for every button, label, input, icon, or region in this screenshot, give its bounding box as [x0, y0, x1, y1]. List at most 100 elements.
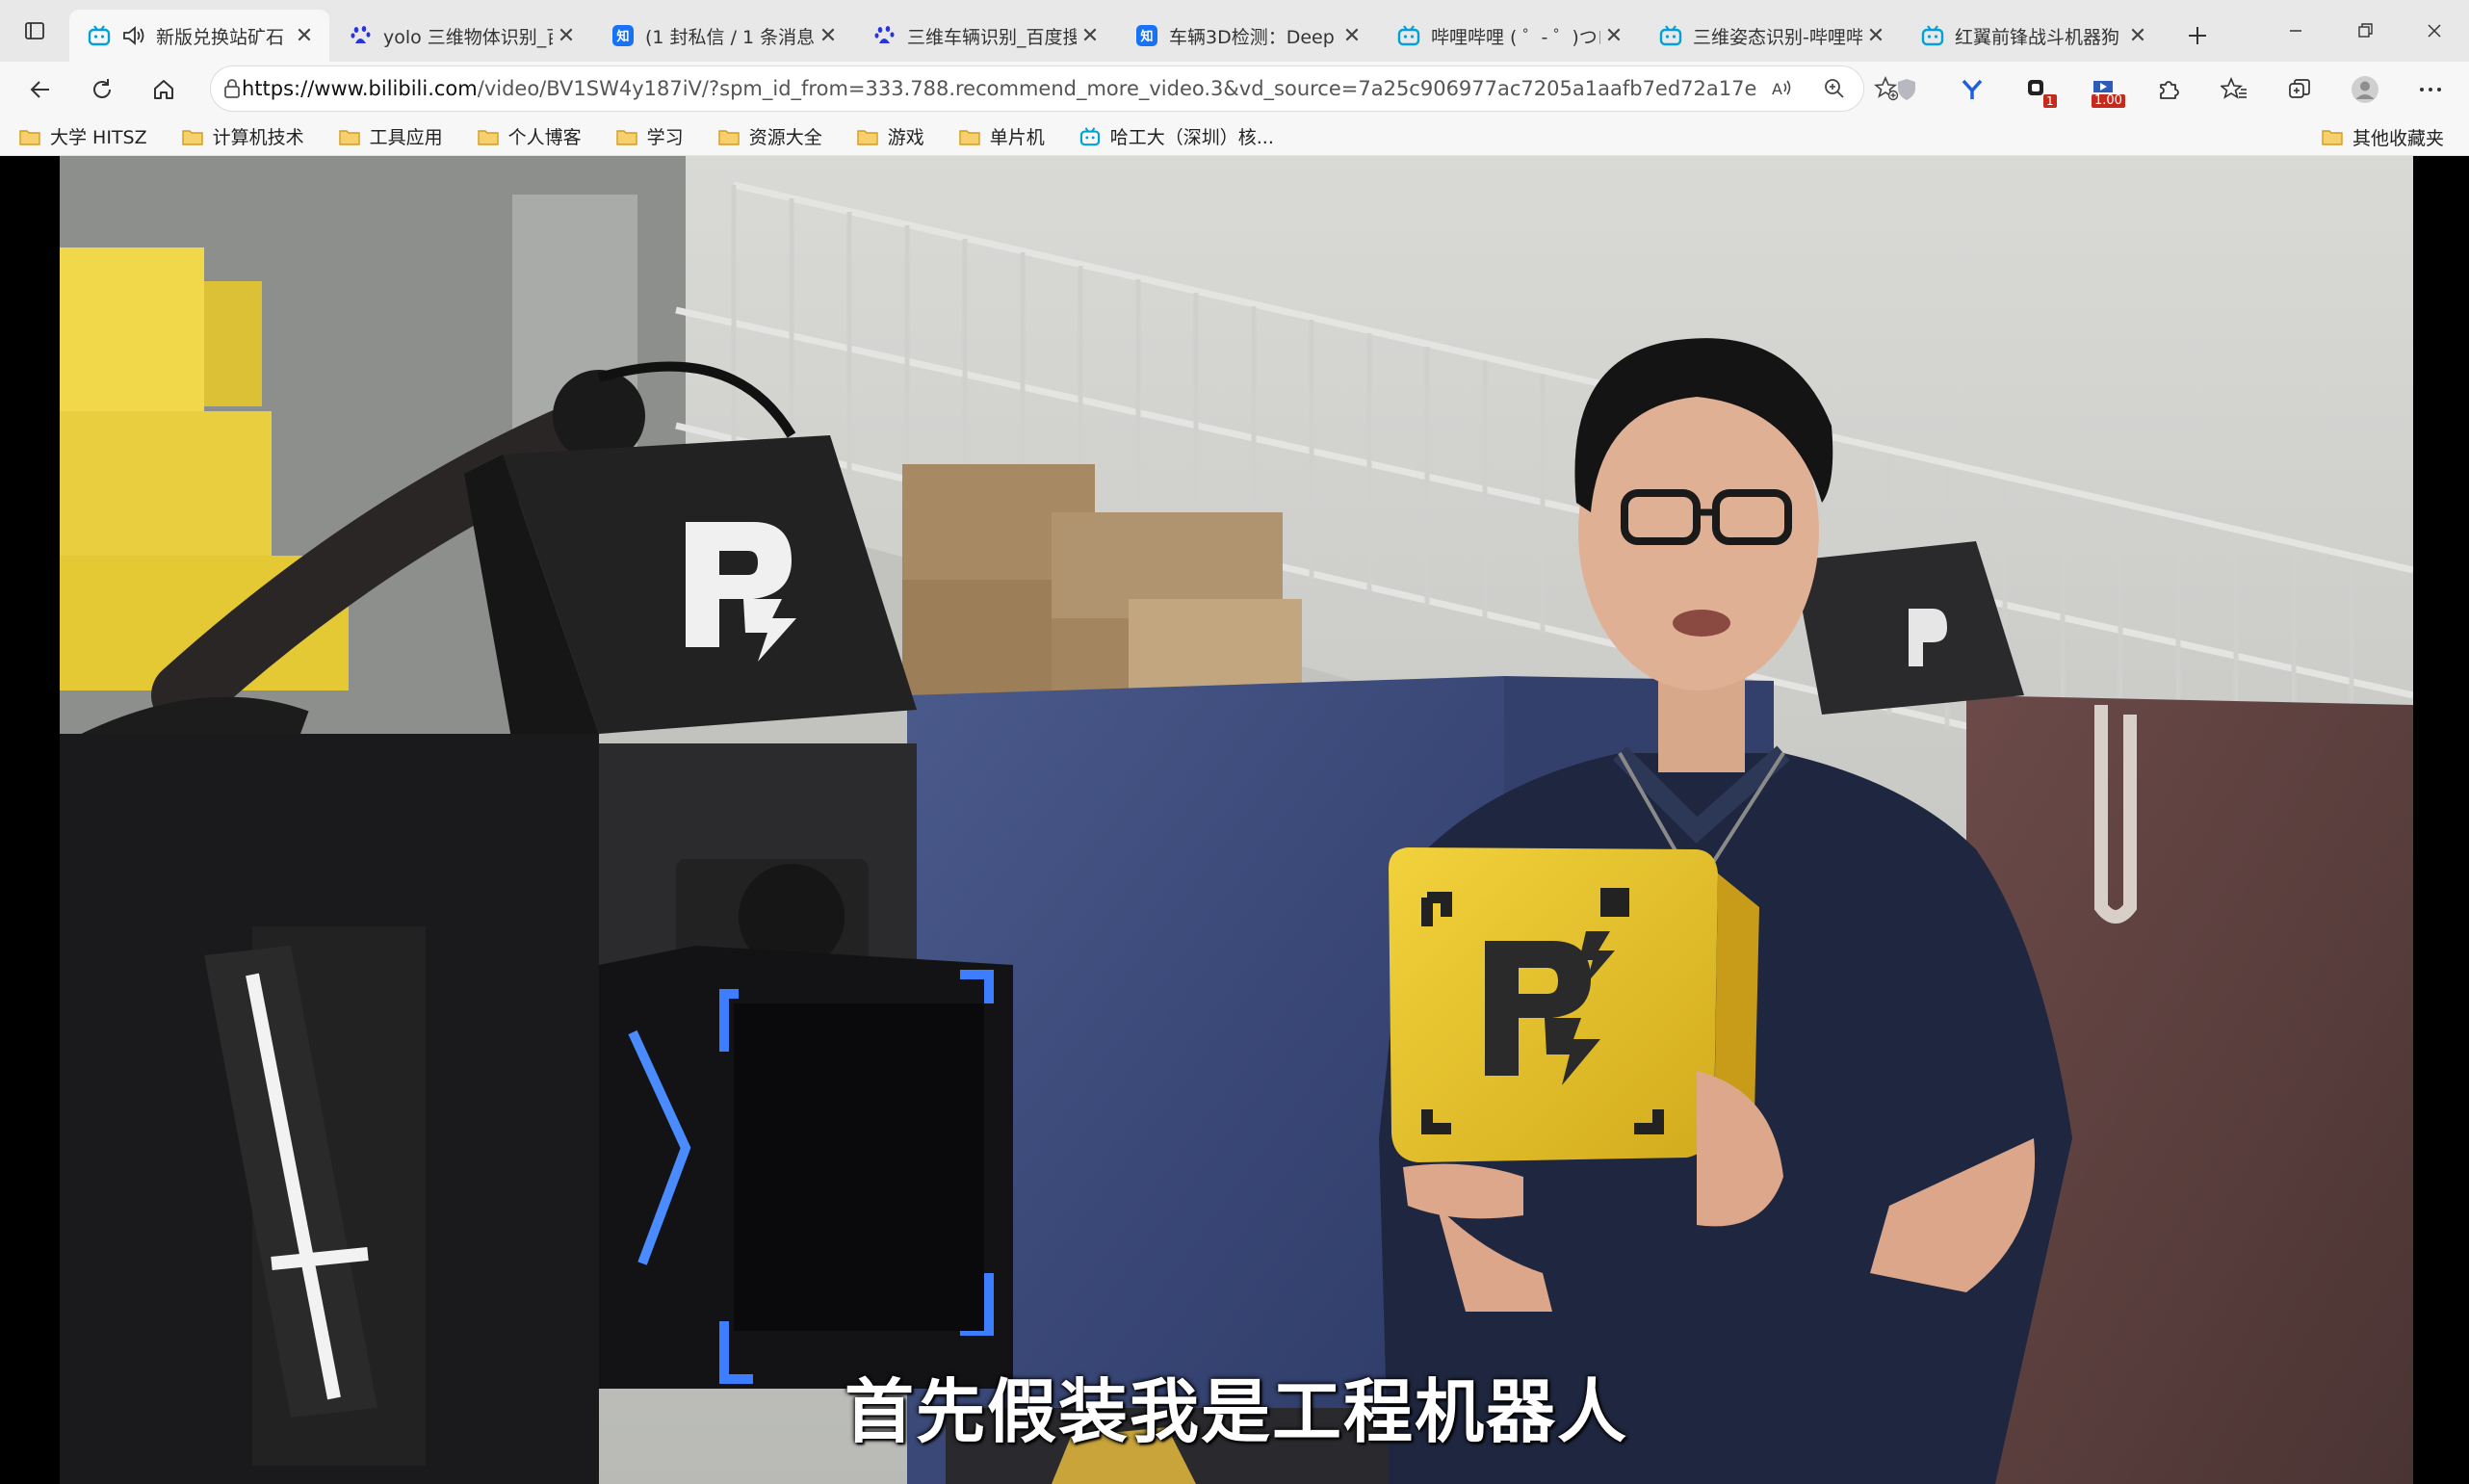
bilibili-icon	[1396, 23, 1421, 48]
close-icon[interactable]: ✕	[1077, 24, 1104, 48]
tab-yolo[interactable]: yolo 三维物体识别_百 ✕	[331, 10, 591, 62]
zoom-button[interactable]	[1808, 67, 1860, 110]
baidu-paw-icon	[872, 23, 897, 48]
tab-bilibili-home[interactable]: 哔哩哔哩 ( ゜- ゜)つロ ✕	[1379, 10, 1639, 62]
bookmarks-bar: 大学 HITSZ 计算机技术 工具应用 个人博客 学习 资源大全 游戏 单片机 …	[0, 117, 2469, 156]
folder-icon	[857, 128, 878, 145]
tab-pose-bilibili[interactable]: 三维姿态识别-哔哩哔 ✕	[1641, 10, 1901, 62]
bookmark-label: 哈工大（深圳）核...	[1109, 127, 1274, 148]
minimize-button[interactable]	[2261, 0, 2330, 62]
more-menu-button[interactable]	[2398, 64, 2463, 116]
y-extension[interactable]	[1939, 64, 2005, 116]
folder-icon	[19, 128, 40, 145]
folder-icon	[181, 128, 203, 145]
svg-text:知: 知	[616, 29, 629, 44]
collections-button[interactable]	[2267, 64, 2332, 116]
favorites-list-icon	[2221, 77, 2247, 99]
bookmark-folder-tools[interactable]: 工具应用	[320, 120, 458, 153]
extensions-area: 1 1.00	[1874, 62, 2463, 117]
close-icon[interactable]: ✕	[1862, 24, 1889, 48]
bookmark-label: 单片机	[989, 127, 1045, 148]
tab-title: 车辆3D检测：Deep M	[1169, 26, 1338, 48]
baidu-paw-icon	[349, 23, 374, 48]
lock-icon[interactable]	[222, 78, 242, 99]
tab-strip: 新版兑换站矿石 ✕ yolo 三维物体识别_百 ✕ 知 (1 封私信 / 1 条…	[0, 0, 2469, 62]
tab-bilibili-exchange[interactable]: 新版兑换站矿石 ✕	[69, 10, 329, 62]
zhihu-icon: 知	[1134, 23, 1159, 48]
restore-button[interactable]	[2330, 0, 2400, 62]
zoom-in-icon	[1825, 79, 1845, 98]
folder-icon	[717, 128, 740, 145]
plus-icon	[2189, 27, 2206, 44]
tab-title: 新版兑换站矿石	[156, 26, 285, 48]
favorites-button[interactable]	[2201, 64, 2267, 116]
tab-actions-button[interactable]	[0, 0, 69, 62]
tab-robot-dog[interactable]: 红翼前锋战斗机器狗 ✕	[1903, 10, 2163, 62]
bookmark-folder-study[interactable]: 学习	[597, 120, 699, 153]
close-icon[interactable]: ✕	[1600, 24, 1627, 48]
svg-text:知: 知	[1140, 29, 1153, 44]
collections-icon	[2289, 79, 2310, 98]
close-window-button[interactable]	[2400, 0, 2469, 62]
address-bar[interactable]: https://www.bilibili.com/video/BV1SW4y18…	[210, 65, 1899, 112]
folder-icon	[959, 128, 980, 145]
notification-badge: 1	[2043, 94, 2057, 108]
tab-title: (1 封私信 / 1 条消息)	[645, 26, 815, 48]
read-aloud-button[interactable]: A	[1756, 67, 1808, 110]
svg-text:A: A	[1772, 80, 1782, 98]
video-subtitle: 首先假装我是工程机器人	[844, 1371, 1628, 1452]
tab-zhihu-messages[interactable]: 知 (1 封私信 / 1 条消息) ✕	[593, 10, 853, 62]
bookmark-folder-games[interactable]: 游戏	[838, 120, 940, 153]
folder-icon	[615, 128, 637, 145]
shield-extension[interactable]	[1874, 64, 1939, 116]
bookmark-folder-other[interactable]: 其他收藏夹	[2302, 120, 2459, 153]
close-icon[interactable]: ✕	[815, 24, 842, 48]
zhihu-icon: 知	[611, 23, 636, 48]
close-icon[interactable]: ✕	[1338, 24, 1365, 48]
speaker-icon[interactable]	[121, 25, 148, 46]
video-frame[interactable]: 首先假装我是工程机器人	[60, 156, 2413, 1484]
bookmark-folder-blogs[interactable]: 个人博客	[458, 120, 597, 153]
close-icon[interactable]: ✕	[291, 24, 318, 48]
window-controls	[2261, 0, 2469, 62]
home-button[interactable]	[133, 64, 195, 116]
tab-vehicle-baidu[interactable]: 三维车辆识别_百度搜 ✕	[855, 10, 1115, 62]
bookmark-hit-shenzhen[interactable]: 哈工大（深圳）核...	[1060, 120, 1289, 153]
back-button[interactable]	[10, 64, 71, 116]
bookmark-label: 学习	[646, 127, 684, 148]
new-tab-button[interactable]	[2170, 10, 2224, 62]
close-icon[interactable]: ✕	[553, 24, 580, 48]
red-badge-extension[interactable]: 1	[2005, 64, 2070, 116]
tab-vehicle-3d[interactable]: 知 车辆3D检测：Deep M ✕	[1117, 10, 1377, 62]
bilibili-icon	[1920, 23, 1945, 48]
bookmark-folder-mcu[interactable]: 单片机	[940, 120, 1060, 153]
bilibili-icon	[1658, 23, 1683, 48]
puzzle-icon	[2160, 81, 2179, 99]
shield-icon	[1898, 79, 1915, 100]
folder-icon	[2322, 128, 2343, 145]
extensions-button[interactable]	[2136, 64, 2201, 116]
refresh-button[interactable]	[71, 64, 133, 116]
bookmark-folder-resources[interactable]: 资源大全	[699, 120, 838, 153]
bookmark-label: 计算机技术	[212, 127, 304, 148]
url-text[interactable]: https://www.bilibili.com/video/BV1SW4y18…	[242, 77, 1756, 100]
bilibili-icon	[1079, 126, 1101, 146]
bookmark-label: 个人博客	[507, 127, 582, 148]
browser-toolbar: https://www.bilibili.com/video/BV1SW4y18…	[0, 62, 2469, 117]
video-player[interactable]: 首先假装我是工程机器人	[0, 156, 2469, 1484]
bookmark-label: 工具应用	[369, 127, 443, 148]
close-icon[interactable]: ✕	[2124, 24, 2151, 48]
profile-button[interactable]	[2332, 64, 2398, 116]
speed-extension[interactable]: 1.00	[2070, 64, 2136, 116]
bookmark-label: 大学 HITSZ	[50, 127, 147, 148]
minimize-icon	[2290, 30, 2301, 32]
bookmark-folder-computer[interactable]: 计算机技术	[163, 120, 320, 153]
back-arrow-icon	[30, 81, 49, 98]
read-aloud-icon: A	[1772, 80, 1791, 98]
bookmark-folder-hitsz[interactable]: 大学 HITSZ	[0, 120, 163, 153]
restore-icon	[2358, 23, 2373, 38]
speed-badge: 1.00	[2092, 94, 2125, 108]
home-icon	[154, 80, 173, 99]
url-host: https://www.bilibili.com	[242, 77, 478, 100]
tab-title: 三维车辆识别_百度搜	[907, 26, 1077, 48]
